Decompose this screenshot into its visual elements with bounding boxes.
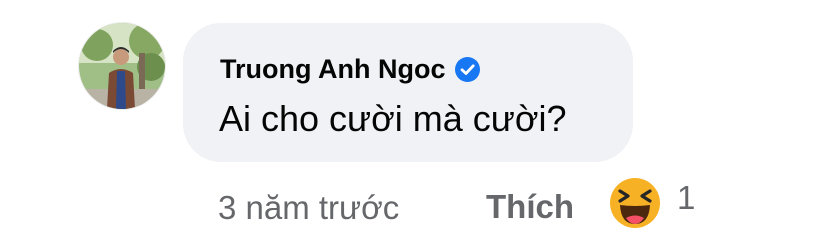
comment-timestamp[interactable]: 3 năm trước [218, 189, 399, 227]
author-name[interactable]: Truong Anh Ngoc [220, 54, 445, 85]
comment-item: Truong Anh Ngoc Ai cho cười mà cười? 3 n… [0, 0, 816, 246]
reaction-count[interactable]: 1 [677, 179, 695, 217]
comment-text: Ai cho cười mà cười? [219, 98, 567, 139]
avatar-photo [79, 23, 165, 109]
comment-bubble: Truong Anh Ngoc Ai cho cười mà cười? [183, 23, 633, 162]
avatar[interactable] [79, 23, 165, 109]
author-row: Truong Anh Ngoc [220, 54, 481, 85]
verified-badge-icon [455, 57, 481, 82]
laughing-emoji-icon[interactable] [606, 174, 664, 232]
like-button[interactable]: Thích [486, 188, 574, 226]
